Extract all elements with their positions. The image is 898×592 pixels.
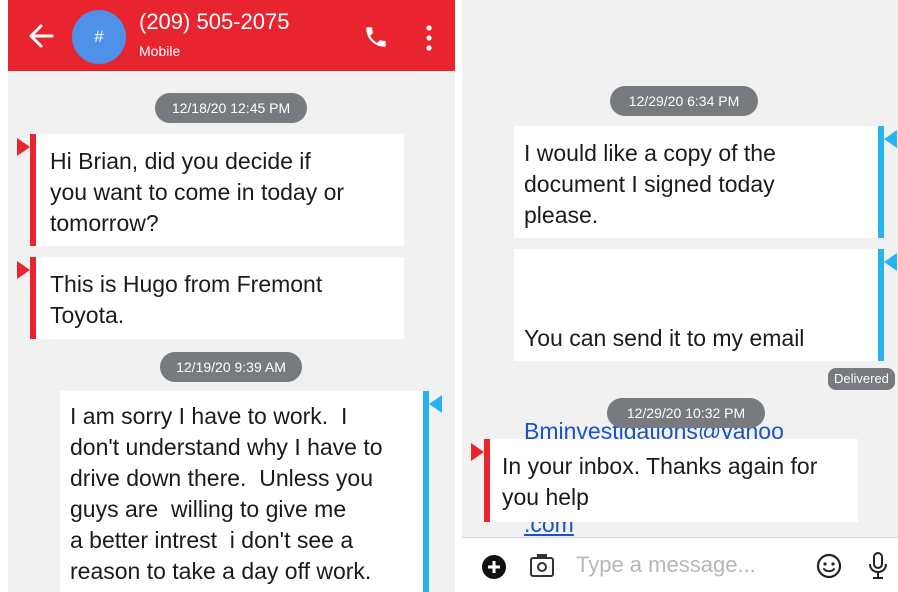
add-icon[interactable]: [481, 554, 507, 580]
message-bubble-outgoing[interactable]: I am sorry I have to work. I don't under…: [60, 391, 423, 592]
message-bubble-incoming[interactable]: This is Hugo from Fremont Toyota.: [36, 257, 404, 339]
outgoing-accent-bar: [423, 391, 429, 592]
timestamp-badge: 12/29/20 10:32 PM: [607, 398, 765, 428]
outgoing-tail-icon: [884, 130, 897, 148]
incoming-tail-icon: [17, 138, 30, 156]
message-bubble-incoming[interactable]: Hi Brian, did you decide if you want to …: [36, 134, 404, 246]
camera-icon[interactable]: [528, 552, 556, 580]
message-input[interactable]: Type a message...: [576, 552, 756, 578]
more-vert-icon[interactable]: [424, 24, 434, 52]
emoji-icon[interactable]: [816, 553, 842, 579]
contact-type: Mobile: [139, 43, 181, 59]
incoming-tail-icon: [471, 443, 484, 461]
contact-number: (209) 505-2075: [139, 9, 290, 34]
conversation-panel-right: 12/29/20 6:34 PM I would like a copy of …: [462, 0, 898, 592]
message-bubble-outgoing[interactable]: I would like a copy of the document I si…: [514, 126, 878, 238]
timestamp-badge: 12/29/20 6:34 PM: [610, 86, 758, 116]
message-composer: Type a message...: [462, 537, 898, 592]
app-bar: # (209) 505-2075 Mobile: [8, 0, 455, 71]
incoming-tail-icon: [17, 261, 30, 279]
message-bubble-outgoing[interactable]: You can send it to my email Bminvestigat…: [514, 249, 878, 537]
message-text: You can send it to my email: [524, 325, 805, 351]
message-bubble-incoming[interactable]: In your inbox. Thanks again for you help: [490, 439, 858, 522]
microphone-icon[interactable]: [867, 551, 889, 581]
outgoing-tail-icon: [429, 395, 442, 413]
contact-avatar[interactable]: #: [72, 10, 126, 64]
timestamp-badge: 12/19/20 9:39 AM: [160, 352, 302, 382]
timestamp-badge: 12/18/20 12:45 PM: [155, 93, 307, 123]
phone-icon[interactable]: [363, 24, 389, 50]
back-arrow-icon[interactable]: [26, 21, 56, 51]
delivered-status-badge: Delivered: [828, 368, 895, 390]
conversation-panel-left: # (209) 505-2075 Mobile 12/18/20 12:45 P…: [8, 0, 455, 592]
outgoing-tail-icon: [884, 253, 897, 271]
